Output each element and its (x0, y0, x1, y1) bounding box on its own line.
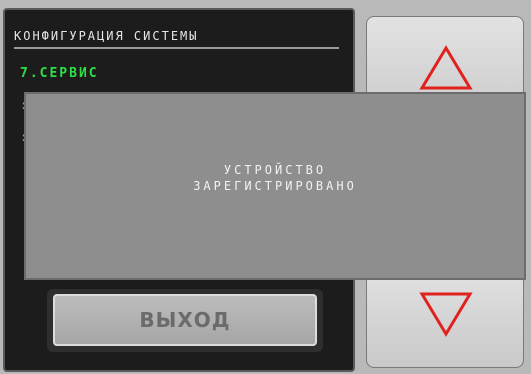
dialog-message: УСТРОЙСТВО ЗАРЕГИСТРИРОВАНО (26, 162, 524, 194)
screen-title: КОНФИГУРАЦИЯ СИСТЕМЫ (14, 24, 344, 48)
triangle-down-icon (419, 292, 473, 337)
triangle-up-icon (419, 45, 473, 90)
dialog-message-line1: УСТРОЙСТВО (223, 163, 327, 177)
menu-item-service[interactable]: 7.СЕРВИС (20, 66, 99, 81)
title-divider (14, 47, 339, 49)
dialog-message-line2: ЗАРЕГИСТРИРОВАНО (193, 179, 357, 193)
exit-button-frame: ВЫХОД (47, 289, 323, 352)
registration-dialog: УСТРОЙСТВО ЗАРЕГИСТРИРОВАНО (24, 92, 526, 280)
exit-button[interactable]: ВЫХОД (53, 294, 317, 346)
